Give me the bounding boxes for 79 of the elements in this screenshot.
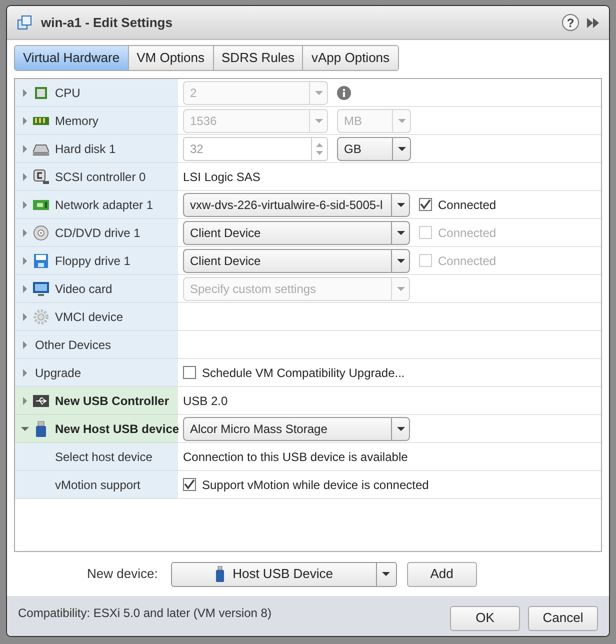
- caret-icon: [314, 90, 322, 94]
- help-button[interactable]: ?: [562, 14, 579, 31]
- row-label: New USB Controller: [55, 392, 170, 410]
- row-label: Upgrade: [35, 364, 82, 382]
- usb-stick-icon: [214, 566, 225, 582]
- row-label: New Host USB device: [55, 420, 180, 438]
- expand-arrow-icon[interactable]: [21, 396, 29, 404]
- checkbox-label: Connected: [438, 224, 496, 242]
- usb-stick-icon: [33, 420, 49, 436]
- expand-arrow-icon[interactable]: [21, 116, 29, 124]
- info-icon: [337, 86, 351, 100]
- caret-icon: [396, 230, 404, 234]
- monitor-icon: [33, 280, 49, 296]
- tab[interactable]: Virtual Hardware: [15, 46, 128, 70]
- tab[interactable]: VM Options: [128, 46, 213, 70]
- stepper-icon: [316, 142, 323, 156]
- dropdown[interactable]: Client Device: [183, 248, 410, 272]
- check-icon: [184, 479, 195, 490]
- checkbox-label: Support vMotion while device is connected: [202, 476, 429, 494]
- checkbox[interactable]: [183, 478, 196, 491]
- collapse-arrow-icon[interactable]: [21, 424, 29, 432]
- row-label: CPU: [55, 84, 80, 102]
- expand-arrow-icon[interactable]: [21, 340, 29, 348]
- row-label: SCSI controller 0: [55, 168, 146, 186]
- chip-icon: [33, 84, 49, 100]
- gear-icon: [33, 308, 49, 324]
- row-label: Select host device: [55, 448, 152, 466]
- expand-arrow-icon[interactable]: [21, 312, 29, 320]
- expand-arrow-icon[interactable]: [21, 144, 29, 152]
- row-label: Video card: [55, 280, 112, 298]
- dropdown[interactable]: Alcor Micro Mass Storage: [183, 416, 410, 440]
- dropdown[interactable]: Client Device: [183, 220, 410, 244]
- checkbox-label: Schedule VM Compatibility Upgrade...: [202, 364, 405, 382]
- row-label: vMotion support: [55, 476, 140, 494]
- row-label: Memory: [55, 112, 98, 130]
- check-icon: [420, 199, 431, 210]
- virtual-machine-icon: [17, 14, 33, 30]
- controller-icon: [33, 168, 49, 184]
- cancel-button[interactable]: Cancel: [528, 606, 598, 630]
- expand-arrow-icon[interactable]: [21, 172, 29, 180]
- dropdown[interactable]: vxw-dvs-226-virtualwire-6-sid-5005-l: [183, 192, 410, 216]
- row-label: Floppy drive 1: [55, 252, 130, 270]
- ok-button[interactable]: OK: [450, 606, 520, 630]
- caret-icon: [396, 202, 404, 206]
- field-value: USB 2.0: [183, 392, 228, 410]
- add-button[interactable]: Add: [406, 562, 477, 586]
- new-device-dropdown[interactable]: Host USB Device: [170, 562, 397, 586]
- caret-icon: [398, 118, 406, 122]
- checkbox[interactable]: [183, 366, 196, 379]
- expand-arrow-icon[interactable]: [21, 88, 29, 96]
- checkbox-label: Connected: [438, 196, 496, 214]
- field-value: Connection to this USB device is available: [183, 448, 408, 466]
- caret-icon: [398, 146, 406, 150]
- expand-arrow-icon[interactable]: [21, 200, 29, 208]
- caret-icon: [396, 286, 404, 290]
- caret-icon: [382, 572, 390, 576]
- row-label: Network adapter 1: [55, 196, 154, 214]
- caret-icon: [396, 426, 404, 430]
- tab[interactable]: vApp Options: [302, 46, 398, 70]
- row-label: Hard disk 1: [55, 140, 116, 158]
- dropdown[interactable]: GB: [337, 136, 411, 160]
- expand-arrow-icon[interactable]: [21, 368, 29, 376]
- field-value: LSI Logic SAS: [183, 168, 260, 186]
- row-label: Other Devices: [35, 336, 112, 354]
- compatibility-text: Compatibility: ESXi 5.0 and later (VM version 8): [18, 605, 272, 622]
- checkbox-label: Connected: [438, 252, 496, 270]
- row-label: VMCI device: [55, 308, 124, 326]
- disc-icon: [33, 224, 49, 240]
- tab[interactable]: SDRS Rules: [212, 46, 302, 70]
- expand-arrow-icon[interactable]: [21, 228, 29, 236]
- expand-arrow-icon[interactable]: [21, 256, 29, 264]
- window-title: win-a1 - Edit Settings: [41, 14, 172, 32]
- caret-icon: [314, 118, 322, 122]
- new-device-label: New device:: [87, 565, 158, 584]
- checkbox[interactable]: [419, 198, 432, 211]
- row-label: CD/DVD drive 1: [55, 224, 140, 242]
- usb-port-icon: [33, 392, 49, 408]
- caret-icon: [396, 258, 404, 262]
- expand-arrow-icon[interactable]: [21, 284, 29, 292]
